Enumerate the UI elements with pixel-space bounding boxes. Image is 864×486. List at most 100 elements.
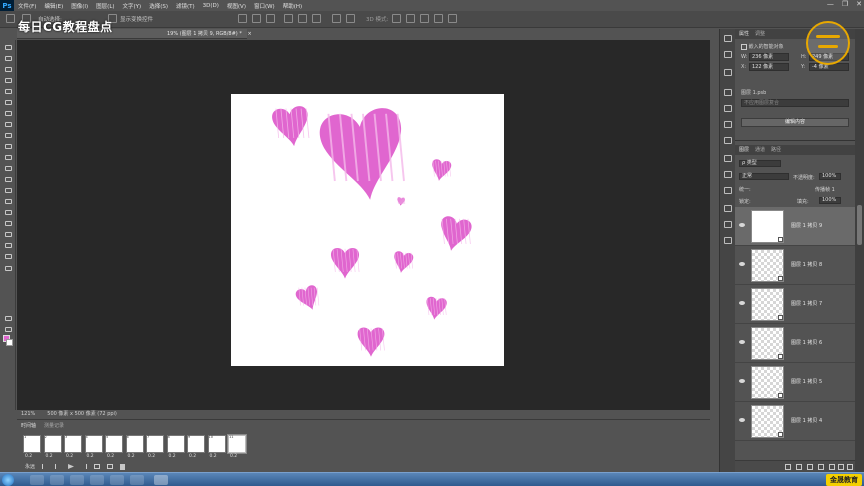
prev-frame-button[interactable] (55, 464, 61, 469)
close-tab-icon[interactable]: × (247, 31, 251, 37)
delete-layer-icon[interactable] (847, 464, 853, 470)
tab-layers[interactable]: 图层 (739, 145, 749, 155)
brush-presets-icon[interactable] (724, 187, 732, 194)
align-bottom-icon[interactable] (266, 14, 275, 23)
type-tool[interactable] (3, 209, 13, 217)
character-icon[interactable] (724, 137, 732, 144)
layer-row[interactable]: 图层 1 拷贝 6 (735, 324, 855, 363)
next-frame-button[interactable] (81, 464, 88, 469)
align-right-icon[interactable] (312, 14, 321, 23)
visibility-eye-icon[interactable] (739, 301, 745, 305)
gradient-tool[interactable] (3, 165, 13, 173)
blur-tool[interactable] (3, 176, 13, 184)
animation-frame[interactable]: 6 (125, 435, 144, 453)
quick-mask-button[interactable] (3, 315, 13, 323)
distribute-icon[interactable] (332, 14, 341, 23)
taskbar-app-browser[interactable] (70, 475, 84, 485)
document-canvas[interactable] (231, 94, 504, 366)
zoom-level[interactable]: 121% (21, 410, 35, 419)
layer-row[interactable]: 图层 1 拷贝 5 (735, 363, 855, 402)
menu-image[interactable]: 图像(I) (67, 2, 92, 10)
align-top-icon[interactable] (238, 14, 247, 23)
delete-frame-icon[interactable] (120, 463, 126, 470)
frame-delay-select[interactable]: 0.2 (87, 454, 94, 459)
pen-tool[interactable] (3, 198, 13, 206)
visibility-eye-icon[interactable] (739, 223, 745, 227)
animation-frame[interactable]: 1 (23, 435, 41, 453)
animation-frame[interactable]: 8 (166, 435, 185, 453)
taskbar-app-recorder[interactable] (130, 475, 144, 485)
tab-measurement-log[interactable]: 测量记录 (44, 422, 64, 429)
visibility-eye-icon[interactable] (739, 379, 745, 383)
taskbar-app-media[interactable] (50, 475, 64, 485)
animation-frame[interactable]: 11 (227, 434, 247, 454)
marquee-tool[interactable] (3, 55, 13, 63)
opacity-field[interactable]: 100% (819, 173, 841, 180)
panel-scroll-thumb[interactable] (857, 205, 862, 245)
adjustments-icon[interactable] (724, 69, 732, 76)
tab-properties[interactable]: 属性 (739, 29, 749, 39)
3d-rotate-icon[interactable] (392, 14, 401, 23)
menu-select[interactable]: 选择(S) (145, 2, 172, 10)
edit-contents-button[interactable]: 编辑内容 (741, 118, 849, 127)
align-left-icon[interactable] (284, 14, 293, 23)
styles-icon[interactable] (724, 171, 732, 178)
background-color-swatch[interactable] (6, 339, 13, 346)
layer-style-icon[interactable] (796, 464, 802, 470)
animation-frame[interactable]: 10 (207, 435, 226, 453)
shape-tool[interactable] (3, 231, 13, 239)
tab-paths[interactable]: 路径 (771, 145, 781, 155)
align-middle-icon[interactable] (252, 14, 261, 23)
menu-window[interactable]: 窗口(W) (250, 2, 279, 10)
taskbar-app-explorer[interactable] (30, 475, 44, 485)
3d-scale-icon[interactable] (448, 14, 457, 23)
swatches-icon[interactable] (724, 155, 732, 162)
frame-delay-select[interactable]: 0.2 (66, 454, 73, 459)
layer-row[interactable]: 图层 1 拷贝 8 (735, 246, 855, 285)
visibility-eye-icon[interactable] (739, 262, 745, 266)
frame-delay-select[interactable]: 0.2 (128, 454, 135, 459)
animation-frame[interactable]: 4 (84, 435, 103, 453)
tab-adjustments[interactable]: 调整 (755, 29, 765, 39)
duplicate-frame-button[interactable] (107, 464, 114, 469)
propagate-frame-checkbox[interactable]: 传播帧 1 (815, 186, 835, 193)
fill-field[interactable]: 100% (819, 197, 841, 204)
layer-comp-select[interactable]: 不应用图层复合 (741, 99, 849, 107)
clone-source-icon[interactable] (724, 221, 732, 228)
start-button[interactable] (2, 474, 14, 486)
menu-layer[interactable]: 图层(L) (92, 2, 118, 10)
blend-mode-select[interactable]: 正常 (739, 173, 789, 180)
new-group-icon[interactable] (829, 464, 835, 470)
new-layer-icon[interactable] (838, 464, 844, 470)
minimize-icon[interactable]: — (827, 0, 834, 8)
eyedropper-tool[interactable] (3, 99, 13, 107)
frame-delay-select[interactable]: 0.2 (107, 454, 114, 459)
frame-delay-select[interactable]: 0.2 (46, 454, 53, 459)
3d-pan-icon[interactable] (420, 14, 429, 23)
dodge-tool[interactable] (3, 187, 13, 195)
x-field[interactable]: 122 像素 (749, 63, 789, 71)
healing-tool[interactable] (3, 110, 13, 118)
animation-frame[interactable]: 3 (64, 435, 82, 453)
menu-filter[interactable]: 滤镜(T) (172, 2, 199, 10)
layer-comps-icon[interactable] (724, 105, 732, 112)
frame-delay-select[interactable]: 0.2 (210, 454, 217, 459)
frame-delay-select[interactable]: 0.2 (230, 454, 237, 459)
3d-slide-icon[interactable] (434, 14, 443, 23)
taskbar-app-photoshop[interactable] (154, 475, 168, 485)
crop-tool[interactable] (3, 88, 13, 96)
brush-tool[interactable] (3, 121, 13, 129)
width-field[interactable]: 236 像素 (749, 53, 789, 61)
frame-delay-select[interactable]: 0.2 (148, 454, 155, 459)
menu-edit[interactable]: 编辑(E) (40, 2, 67, 10)
move-tool[interactable] (3, 44, 13, 52)
restore-icon[interactable]: ❐ (842, 0, 848, 8)
move-tool-icon[interactable] (6, 14, 15, 23)
link-layers-icon[interactable] (785, 464, 791, 470)
frame-delay-select[interactable]: 0.2 (169, 454, 176, 459)
distribute-center-icon[interactable] (346, 14, 355, 23)
menu-type[interactable]: 文字(Y) (119, 2, 146, 10)
history-brush-tool[interactable] (3, 143, 13, 151)
screen-mode-button[interactable] (3, 326, 13, 334)
tab-channels[interactable]: 通道 (755, 145, 765, 155)
